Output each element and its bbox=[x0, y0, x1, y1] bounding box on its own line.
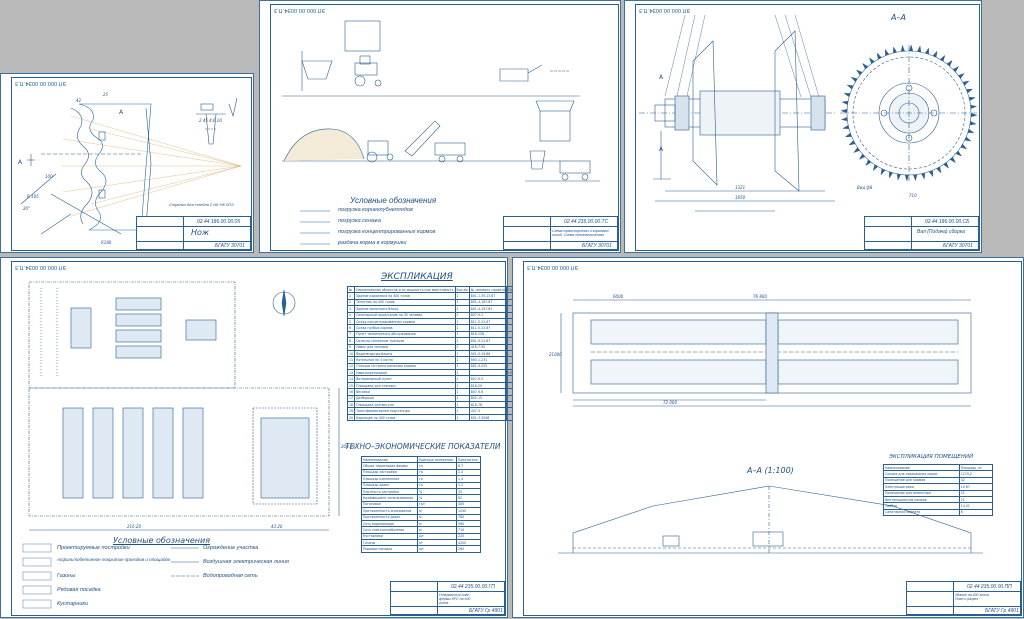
legend-title: Условные обозначения bbox=[113, 536, 211, 545]
svg-text:А: А bbox=[659, 146, 664, 153]
title-block: 02.44 186.00.00.СБ Вал (Подача) сборка Б… bbox=[864, 216, 979, 250]
table-row: 20 Кормоцех на 400 голов 1 801-3-3098 bbox=[346, 413, 532, 422]
legend-item: Проектируемые постройки bbox=[57, 545, 130, 551]
legend-item: раздача корма в кормушки bbox=[338, 240, 407, 246]
table-cell: 1 bbox=[454, 413, 470, 422]
table-cell: Санитарная комната bbox=[883, 508, 960, 517]
svg-text:20°: 20° bbox=[23, 206, 30, 211]
table-cell: 6 bbox=[958, 508, 994, 517]
barn-expl-table: Наименование Площадь, м² Секция для содерж… bbox=[883, 463, 994, 517]
svg-text:A: A bbox=[18, 159, 23, 166]
title-block: 02.44 186.00.00.05 Нож БГАТУ 30701 bbox=[136, 216, 251, 250]
barn-drawing: 76 800 72 000 6000 21000 bbox=[549, 294, 983, 554]
table-cell: Рядовые посадки bbox=[360, 545, 419, 553]
legend-item: Асфальтобетонное покрытие проездов и пло… bbox=[57, 557, 171, 562]
tep-title: ТЕХНО–ЭКОНОМИЧЕСКИЕ ПОКАЗАТЕЛИ bbox=[345, 442, 501, 451]
tep-table: Наименование Единица измерения Показатель О… bbox=[360, 455, 481, 553]
svg-text:А: А bbox=[659, 74, 664, 81]
section-label: А–А (1:100) bbox=[747, 466, 794, 475]
table-cell: 801-3-3098 bbox=[468, 413, 508, 422]
legend-item: Рядовая посадка bbox=[57, 587, 101, 593]
table-cell: 260 bbox=[456, 545, 481, 553]
expl-table: № Наименование объектов и их мощность или… bbox=[346, 285, 532, 422]
legend-item: погрузка концентрированных кормов bbox=[338, 229, 436, 235]
table-cell: шт bbox=[417, 545, 458, 553]
legend-item: погрузка корнеклубнеплодов bbox=[338, 207, 413, 213]
sheet-knife[interactable]: ЭЛ 000.00.00Э4.П.З 25 42 2 45 4,6 10 R18… bbox=[0, 73, 254, 253]
barn-expl-title: ЭКСПЛИКАЦИЯ ПОМЕЩЕНИЙ bbox=[889, 454, 974, 460]
svg-text:R180: R180 bbox=[101, 240, 112, 245]
svg-text:R 105: R 105 bbox=[27, 194, 39, 199]
table-cell: 20 bbox=[346, 413, 356, 422]
table-row: Рядовые посадки шт 260 bbox=[360, 545, 481, 553]
svg-text:A: A bbox=[119, 109, 124, 116]
svg-text:216.20: 216.20 bbox=[127, 524, 141, 529]
expl-title: ЭКСПЛИКАЦИЯ bbox=[381, 272, 453, 282]
sheet-drum[interactable]: ЭЛ 000.00.00Э4.П.З 1321 1850 710 Вид ф8 … bbox=[624, 0, 982, 253]
svg-text:76 800: 76 800 bbox=[753, 294, 767, 299]
knife-note: Стрелки для стебля 2 НК НК 0ПЗ bbox=[169, 202, 234, 207]
table-cell: Кормоцех на 400 голов bbox=[354, 413, 456, 422]
svg-text:42: 42 bbox=[76, 98, 82, 103]
legend-item: Водопроводная сеть bbox=[203, 573, 258, 579]
svg-text:1850: 1850 bbox=[735, 195, 746, 200]
svg-text:Вид ф8: Вид ф8 bbox=[857, 185, 873, 190]
svg-text:100: 100 bbox=[45, 174, 53, 179]
legend-item: Воздушная электрическая линия bbox=[203, 559, 289, 565]
sheet-scheme[interactable]: ЭЛ 000.00.00Э4.П.З Условные обозначения … bbox=[259, 0, 621, 253]
svg-text:1321: 1321 bbox=[735, 185, 745, 190]
legend-item: погрузка сенажа bbox=[338, 218, 381, 224]
title-block: 02.44 235.00.00.ПП Здание на 400 голов. … bbox=[906, 581, 1021, 615]
section-label: А–А bbox=[891, 13, 906, 22]
title-block: 02.44 235.00.00.ТС Схема транспортных и … bbox=[503, 216, 618, 250]
sheet-barn[interactable]: ЭЛ 000.00.00Э4.П.З 76 800 72 000 6000 21… bbox=[512, 257, 1024, 618]
table-row: Санитарная комната 6 bbox=[883, 508, 994, 517]
sheet-plan[interactable]: ЭЛ 000.00.00Э4.П.З 216.20 43.20 208.50 Э… bbox=[0, 257, 532, 618]
legend-title: Условные обозначения bbox=[350, 196, 437, 205]
svg-text:72 000: 72 000 bbox=[663, 400, 677, 405]
title-block: 02.44 235.00.00.ГП Генеральный план ферм… bbox=[390, 581, 505, 615]
svg-text:710: 710 bbox=[909, 193, 917, 198]
svg-text:6000: 6000 bbox=[613, 294, 624, 299]
svg-text:25: 25 bbox=[103, 92, 109, 97]
svg-text:43.20: 43.20 bbox=[271, 524, 283, 529]
legend-item: Ограждение участка bbox=[203, 545, 259, 551]
svg-text:2 45 4,6 10: 2 45 4,6 10 bbox=[199, 118, 222, 123]
svg-text:21000: 21000 bbox=[549, 352, 562, 357]
legend-item: Газоны bbox=[57, 573, 76, 579]
legend-item: Кустарники bbox=[57, 601, 89, 607]
